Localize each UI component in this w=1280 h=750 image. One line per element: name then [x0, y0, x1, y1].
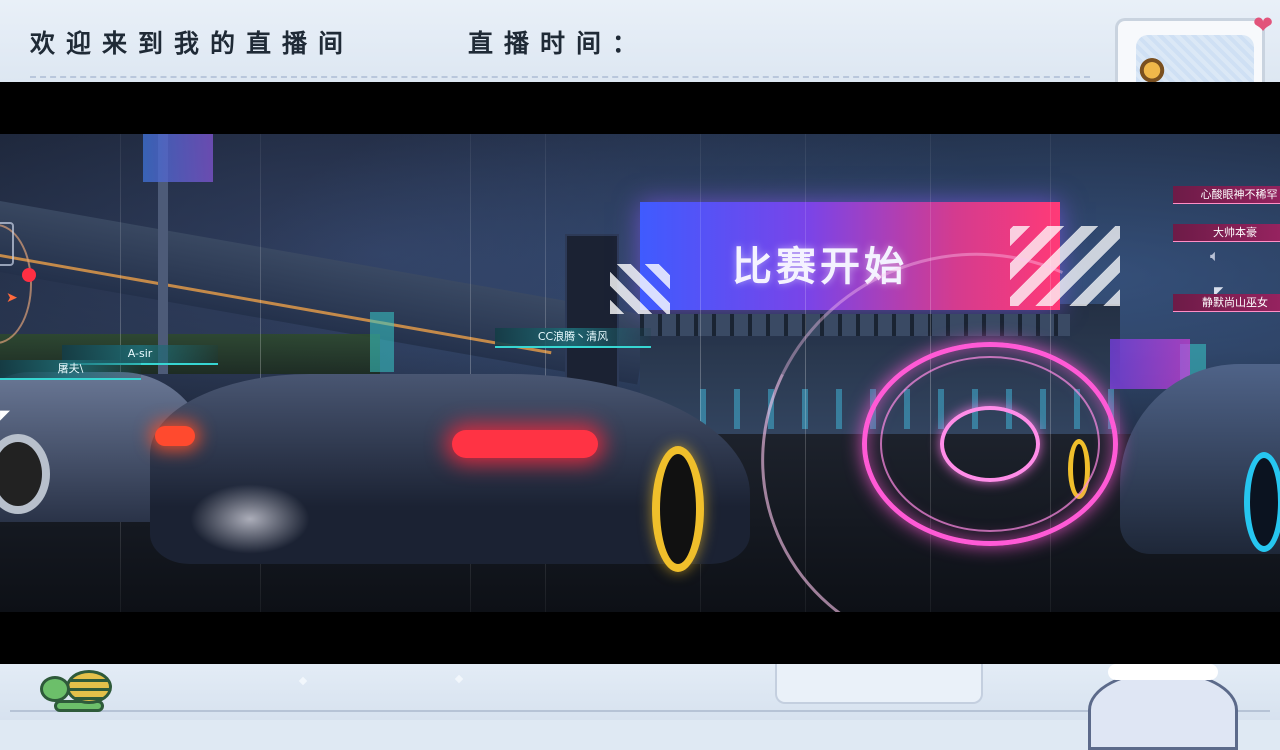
game-video-frame: 比赛开始 ➤ ◤ CC浪腾丶清风 A-sir 屠夫\ 心酸眼神不稀罕 大帅本豪 … — [0, 82, 1280, 664]
cyan-sign — [370, 312, 394, 372]
hexagon-icon — [0, 222, 14, 266]
chat-message: 静默尚山巫女 — [1173, 294, 1280, 312]
welcome-text: 欢迎来到我的直播间 — [30, 29, 355, 58]
race-scene: 比赛开始 ➤ ◤ CC浪腾丶清风 A-sir 屠夫\ 心酸眼神不稀罕 大帅本豪 … — [0, 134, 1280, 612]
header-divider — [30, 76, 1090, 78]
chat-box[interactable] — [775, 664, 983, 704]
exhaust-smoke — [190, 484, 310, 554]
player-arrow-icon: ➤ — [6, 290, 18, 306]
mascot-icon — [1068, 664, 1238, 750]
red-dot-marker — [22, 268, 36, 282]
stream-time-label: 直播时间： — [468, 29, 649, 58]
neon-ring-inner — [940, 406, 1040, 482]
car-wheel — [652, 446, 704, 572]
chat-message: 大帅本豪 — [1173, 224, 1280, 242]
banner-stripes-left — [610, 264, 670, 314]
speaker-icon[interactable]: 🔈︎ — [1210, 246, 1220, 266]
tail-light — [155, 426, 195, 446]
player-tag: 屠夫\ — [0, 360, 141, 380]
avatar — [1138, 56, 1166, 82]
car-wheel — [1244, 452, 1280, 552]
tail-light — [452, 430, 598, 458]
turtle-icon — [36, 664, 114, 714]
heart-icon: ❤ — [1252, 11, 1274, 39]
pole-sign — [143, 134, 213, 182]
player-tag: CC浪腾丶清风 — [495, 328, 651, 348]
cursor-icon: ◤ — [0, 408, 10, 423]
chat-message: 心酸眼神不稀罕 — [1173, 186, 1280, 204]
